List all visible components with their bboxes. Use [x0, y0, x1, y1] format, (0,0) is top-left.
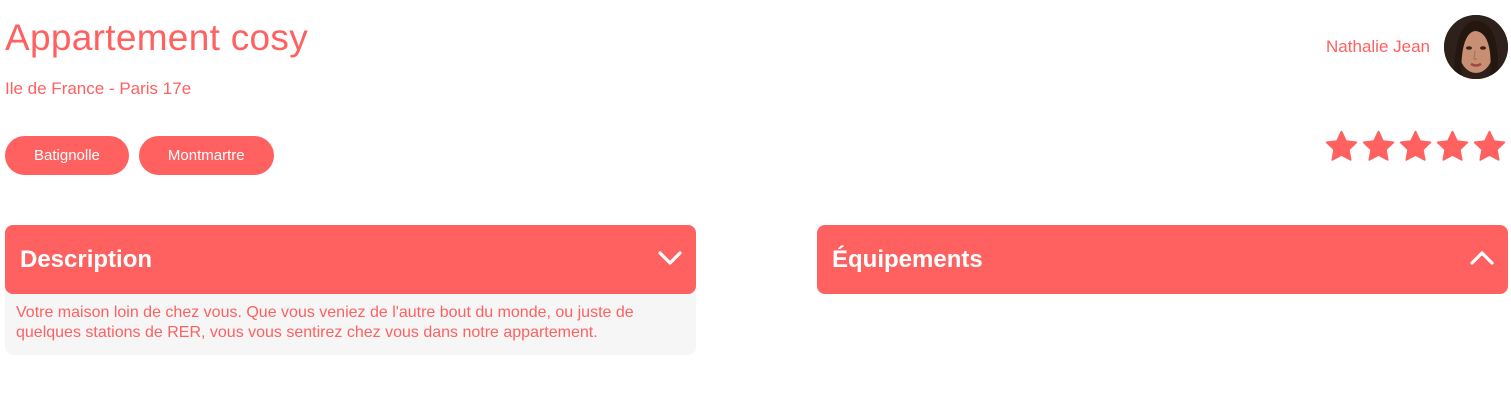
tag-montmartre[interactable]: Montmartre [138, 136, 274, 175]
chevron-up-icon[interactable] [1469, 245, 1495, 271]
rating-stars [1324, 129, 1507, 164]
collapse-description: Description Votre maison loin de chez vo… [5, 225, 696, 355]
listing-location: Ile de France - Paris 17e [5, 79, 192, 98]
host-info: Nathalie Jean [1326, 15, 1508, 79]
description-title: Description [20, 245, 153, 273]
description-text: Votre maison loin de chez vous. Que vous… [16, 304, 634, 341]
equipements-title: Équipements [832, 245, 983, 273]
tag-list: Batignolle Montmartre [5, 136, 274, 175]
tag-batignolle[interactable]: Batignolle [5, 136, 129, 175]
listing-title: Appartement cosy [5, 17, 309, 58]
star-icon [1472, 129, 1507, 164]
description-header[interactable]: Description [5, 225, 696, 294]
listing-page: Appartement cosy Ile de France - Paris 1… [0, 0, 1511, 420]
star-icon [1398, 129, 1433, 164]
host-name: Nathalie Jean [1326, 37, 1430, 56]
collapse-equipements: Équipements [817, 225, 1508, 294]
equipements-header[interactable]: Équipements [817, 225, 1508, 294]
description-body: Votre maison loin de chez vous. Que vous… [5, 288, 696, 355]
star-icon [1361, 129, 1396, 164]
host-avatar [1444, 15, 1508, 79]
star-icon [1324, 129, 1359, 164]
chevron-down-icon[interactable] [657, 245, 683, 271]
star-icon [1435, 129, 1470, 164]
